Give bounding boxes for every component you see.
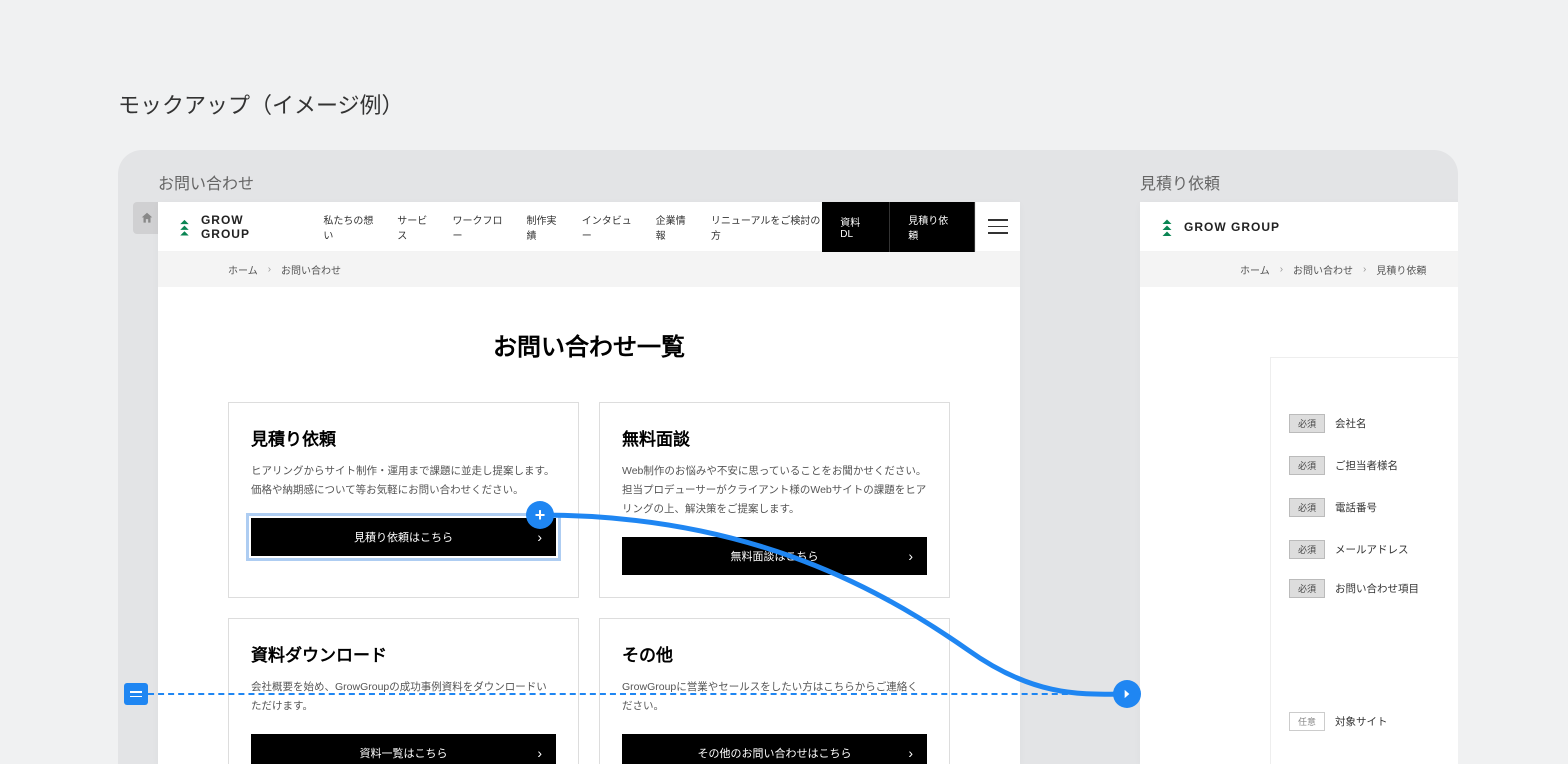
drag-handle-icon[interactable]: [124, 683, 148, 705]
menu-icon[interactable]: [975, 202, 1020, 252]
chevron-right-icon: ›: [1280, 264, 1283, 275]
card-desc: GrowGroupに営業やセールスをしたい方はこちらからご連絡ください。: [622, 678, 927, 716]
card-title: 見積り依頼: [251, 425, 556, 450]
quote-button[interactable]: 見積り依頼: [890, 202, 974, 252]
browser-window-quote: GROW GROUP ホーム › お問い合わせ › 見積り依頼 下記 必須 会社…: [1140, 202, 1458, 764]
card-consultation: 無料面談 Web制作のお悩みや不安に思っていることをお聞かせください。担当プロデ…: [599, 402, 950, 598]
form: 必須 会社名 必須 ご担当者様名 必須 電話番号: [1289, 391, 1458, 731]
logo[interactable]: GROW GROUP: [158, 213, 309, 241]
site-header: GROW GROUP: [1140, 202, 1458, 252]
required-badge: 必須: [1289, 540, 1325, 559]
chevron-right-icon: ›: [268, 264, 271, 275]
optional-badge: 任意: [1289, 712, 1325, 731]
main-heading: お問い合わせ一覧: [228, 327, 950, 362]
required-badge: 必須: [1289, 456, 1325, 475]
form-row-email: 必須 メールアドレス: [1289, 537, 1458, 561]
card-desc: ヒアリングからサイト制作・運用まで課題に並走し提案します。価格や納期感について等…: [251, 462, 556, 500]
form-label: 電話番号: [1335, 500, 1458, 515]
form-row-phone: 必須 電話番号: [1289, 495, 1458, 519]
logo-text: GROW GROUP: [1184, 220, 1280, 234]
nav-item[interactable]: インタビュー: [582, 212, 638, 242]
required-badge: 必須: [1289, 579, 1325, 598]
form-label: 会社名: [1335, 416, 1458, 431]
card-grid: 見積り依頼 ヒアリングからサイト制作・運用まで課題に並走し提案します。価格や納期…: [228, 402, 950, 764]
chevron-right-icon: ›: [1363, 264, 1366, 275]
mockup-container: お問い合わせ 見積り依頼 GROW GROUP 私たちの想い サービス ワークフ…: [118, 150, 1458, 764]
form-row-company: 必須 会社名: [1289, 411, 1458, 435]
logo-icon: [176, 218, 193, 236]
nav-item[interactable]: 制作実績: [526, 212, 563, 242]
card-quote: 見積り依頼 ヒアリングからサイト制作・運用まで課題に並走し提案します。価格や納期…: [228, 402, 579, 598]
breadcrumb-home[interactable]: ホーム: [228, 262, 258, 277]
form-row-contact-name: 必須 ご担当者様名: [1289, 453, 1458, 477]
breadcrumb: ホーム › お問い合わせ › 見積り依頼: [1140, 252, 1458, 287]
logo[interactable]: GROW GROUP: [1140, 218, 1298, 236]
breadcrumb-mid[interactable]: お問い合わせ: [1293, 262, 1353, 277]
breadcrumb-current: 見積り依頼: [1376, 262, 1426, 277]
nav-item[interactable]: サービス: [397, 212, 434, 242]
nav-item[interactable]: 企業情報: [656, 212, 693, 242]
home-tab[interactable]: [133, 202, 161, 234]
browser-window-contact: GROW GROUP 私たちの想い サービス ワークフロー 制作実績 インタビュ…: [158, 202, 1020, 764]
download-list-button[interactable]: 資料一覧はこちら: [251, 734, 556, 764]
site-header: GROW GROUP 私たちの想い サービス ワークフロー 制作実績 インタビュ…: [158, 202, 1020, 252]
card-desc: 会社概要を始め、GrowGroupの成功事例資料をダウンロードいただけます。: [251, 678, 556, 716]
panel-title-contact: お問い合わせ: [158, 170, 254, 194]
main-nav: 私たちの想い サービス ワークフロー 制作実績 インタビュー 企業情報 リニュー…: [323, 212, 822, 242]
flow-dashed-line: [138, 693, 1118, 695]
card-title: 無料面談: [622, 425, 927, 450]
panel-title-quote: 見積り依頼: [1140, 170, 1220, 194]
required-badge: 必須: [1289, 414, 1325, 433]
form-intro-text: 下記: [1289, 376, 1458, 391]
consultation-button[interactable]: 無料面談はこちら: [622, 537, 927, 575]
logo-text: GROW GROUP: [201, 213, 291, 241]
form-label: お問い合わせ項目: [1335, 581, 1458, 596]
nav-item[interactable]: リニューアルをご検討の方: [711, 212, 822, 242]
nav-item[interactable]: ワークフロー: [453, 212, 509, 242]
breadcrumb: ホーム › お問い合わせ: [158, 252, 1020, 287]
nav-item[interactable]: 私たちの想い: [323, 212, 379, 242]
page-title: モックアップ（イメージ例）: [118, 88, 404, 120]
plus-icon[interactable]: +: [526, 501, 554, 529]
form-label: 対象サイト: [1335, 714, 1458, 729]
card-title: 資料ダウンロード: [251, 641, 556, 666]
form-label: メールアドレス: [1335, 542, 1458, 557]
download-button[interactable]: 資料DL: [822, 202, 890, 252]
card-download: 資料ダウンロード 会社概要を始め、GrowGroupの成功事例資料をダウンロード…: [228, 618, 579, 764]
card-other: その他 GrowGroupに営業やセールスをしたい方はこちらからご連絡ください。…: [599, 618, 950, 764]
logo-icon: [1158, 218, 1176, 236]
quote-request-button[interactable]: 見積り依頼はこちら: [251, 518, 556, 556]
card-desc: Web制作のお悩みや不安に思っていることをお聞かせください。担当プロデューサーが…: [622, 462, 927, 519]
form-row-inquiry: 必須 お問い合わせ項目: [1289, 579, 1458, 598]
breadcrumb-home[interactable]: ホーム: [1240, 262, 1270, 277]
card-title: その他: [622, 641, 927, 666]
breadcrumb-current: お問い合わせ: [281, 262, 341, 277]
form-label: ご担当者様名: [1335, 458, 1458, 473]
home-icon: [140, 211, 154, 225]
required-badge: 必須: [1289, 498, 1325, 517]
other-contact-button[interactable]: その他のお問い合わせはこちら: [622, 734, 927, 764]
form-row-site: 任意 対象サイト: [1289, 712, 1458, 731]
